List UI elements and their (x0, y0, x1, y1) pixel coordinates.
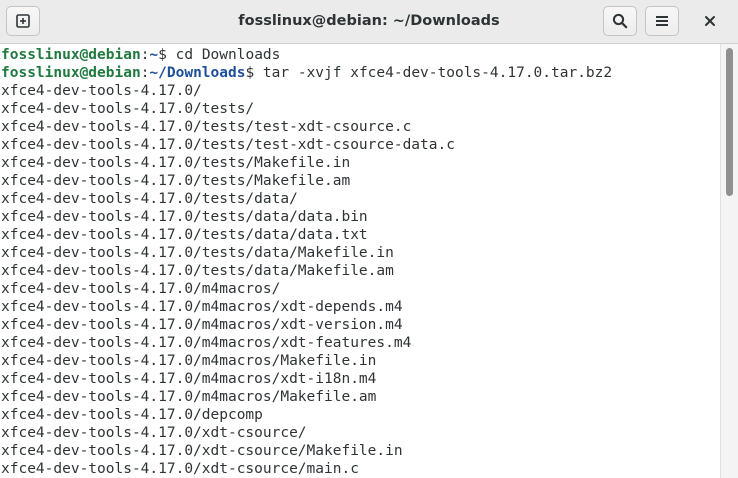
terminal-output-area[interactable]: fosslinux@debian:~$ cd Downloads fosslin… (0, 44, 720, 478)
prompt-line: fosslinux@debian:~$ cd Downloads (0, 46, 720, 64)
output-line: xfce4-dev-tools-4.17.0/depcomp (1, 407, 263, 423)
output-line: xfce4-dev-tools-4.17.0/tests/ (1, 101, 255, 117)
output-line: xfce4-dev-tools-4.17.0/tests/data/data.b… (1, 209, 368, 225)
output-line: xfce4-dev-tools-4.17.0/xdt-csource/main.… (1, 461, 359, 477)
output-line: xfce4-dev-tools-4.17.0/m4macros/xdt-feat… (1, 335, 412, 351)
output-line: xfce4-dev-tools-4.17.0/tests/Makefile.am (1, 173, 351, 189)
vertical-scrollbar[interactable] (720, 44, 738, 478)
prompt-line: fosslinux@debian:~/Downloads$ tar -xvjf … (0, 64, 720, 82)
prompt-symbol: $ (158, 47, 176, 63)
output-line: xfce4-dev-tools-4.17.0/tests/test-xdt-cs… (1, 119, 412, 135)
output-line: xfce4-dev-tools-4.17.0/m4macros/ (1, 281, 281, 297)
output-line: xfce4-dev-tools-4.17.0/tests/data/Makefi… (1, 263, 394, 279)
hamburger-menu-icon (656, 16, 668, 26)
prompt-command: tar -xvjf xfce4-dev-tools-4.17.0.tar.bz2 (262, 65, 613, 81)
output-line: xfce4-dev-tools-4.17.0/tests/data/Makefi… (1, 245, 394, 261)
terminal-window: fosslinux@debian: ~/Downloads fosslinux@… (0, 0, 738, 478)
prompt-user: fosslinux@debian (1, 47, 141, 63)
search-button[interactable] (603, 6, 637, 36)
prompt-command: cd Downloads (175, 47, 281, 63)
scrollbar-thumb[interactable] (726, 48, 733, 196)
output-line: xfce4-dev-tools-4.17.0/tests/Makefile.in (1, 155, 351, 171)
output-line: xfce4-dev-tools-4.17.0/m4macros/xdt-vers… (1, 317, 403, 333)
output-line: xfce4-dev-tools-4.17.0/tests/data/ (1, 191, 298, 207)
output-line: xfce4-dev-tools-4.17.0/xdt-csource/Makef… (1, 443, 403, 459)
output-line: xfce4-dev-tools-4.17.0/m4macros/Makefile… (1, 389, 377, 405)
search-icon (612, 13, 628, 29)
menu-button[interactable] (645, 6, 679, 36)
output-line: xfce4-dev-tools-4.17.0/m4macros/xdt-i18n… (1, 371, 377, 387)
output-line: xfce4-dev-tools-4.17.0/m4macros/xdt-depe… (1, 299, 403, 315)
prompt-path: ~ (149, 47, 159, 63)
output-line: xfce4-dev-tools-4.17.0/ (1, 83, 202, 99)
output-line: xfce4-dev-tools-4.17.0/xdt-csource/ (1, 425, 307, 441)
header-bar: fosslinux@debian: ~/Downloads (0, 0, 738, 44)
prompt-symbol: $ (245, 65, 263, 81)
prompt-path: ~/Downloads (149, 65, 246, 81)
output-line: xfce4-dev-tools-4.17.0/tests/data/data.t… (1, 227, 368, 243)
output-line: xfce4-dev-tools-4.17.0/tests/test-xdt-cs… (1, 137, 455, 153)
output-line: xfce4-dev-tools-4.17.0/m4macros/Makefile… (1, 353, 377, 369)
close-button[interactable] (696, 6, 724, 36)
prompt-user: fosslinux@debian (1, 65, 141, 81)
close-icon (705, 16, 715, 26)
